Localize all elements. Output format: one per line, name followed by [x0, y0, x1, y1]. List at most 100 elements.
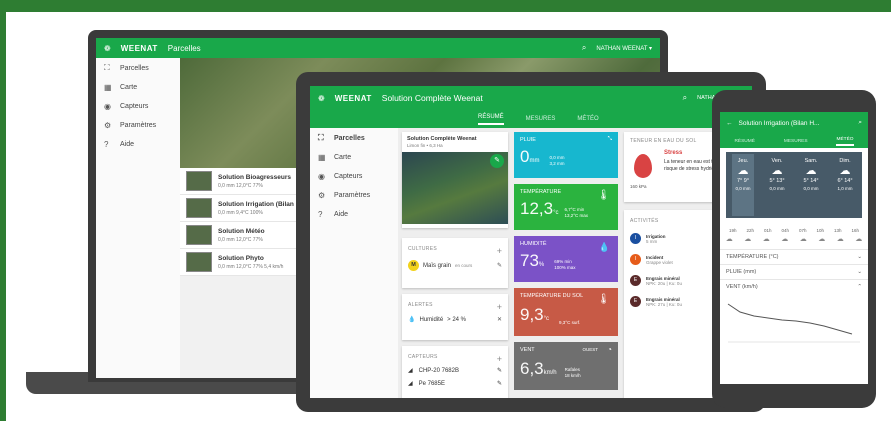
tab-resume[interactable]: RÉSUMÉ: [478, 114, 504, 125]
hourly-icons: ☁ ☁ ☁ ☁ ☁ ☁ ☁ ☁: [720, 235, 868, 249]
capteurs-header: CAPTEURS: [408, 354, 438, 360]
edit-sensor-icon[interactable]: ✎: [497, 367, 502, 374]
edit-culture-icon[interactable]: ✎: [497, 262, 502, 269]
nav-icon: ⛶: [318, 133, 324, 142]
parcel-subtitle: Limon fin • 6,3 Ha: [407, 143, 443, 148]
wind-tile[interactable]: VENT OUEST ◔ 6,3km/h Rafales 18 km/h: [514, 342, 618, 390]
hour-label: 07h: [798, 228, 807, 233]
humidity-value: 73: [520, 251, 539, 270]
wind-unit: km/h: [543, 370, 557, 376]
laptop-nav-item[interactable]: ▦ Carte: [96, 78, 180, 97]
phone-tab-meteo[interactable]: MÉTÉO: [836, 137, 854, 146]
weenat-logo-icon: ❁: [318, 93, 325, 103]
pluie-unit: mm: [529, 158, 540, 164]
parcel-row-title: Solution Phyto: [218, 254, 264, 262]
soil-temperature-unit: °c: [543, 316, 550, 322]
forecast-day[interactable]: Ven. ☁ 5° 13° 0,0 mm: [766, 154, 788, 216]
phone-app-bar: ← Solution Irrigation (Bilan H... ⌕: [720, 112, 868, 134]
chevron-down-icon: ⌄: [857, 254, 862, 260]
tablet-title: Solution Complète Weenat: [381, 93, 483, 103]
forecast-day[interactable]: Jeu. ☁ 7° 9° 0,0 mm: [732, 154, 754, 216]
hour-label: 19h: [728, 228, 737, 233]
sensor-item[interactable]: ◢ Pe 7685E ✎: [402, 377, 508, 390]
day-temps: 5° 14°: [803, 178, 819, 184]
activity-badge: I: [630, 233, 641, 244]
forecast-day[interactable]: Dim. ☁ 6° 14° 1,0 mm: [834, 154, 856, 216]
nav-icon: ?: [318, 210, 323, 219]
laptop-nav-item[interactable]: ⛶ Parcelles: [96, 58, 180, 78]
add-alert-button[interactable]: +: [497, 302, 502, 312]
weenat-logo-icon: ❁: [104, 43, 111, 53]
phone-section-temperature[interactable]: TEMPÉRATURE (°C) ⌄: [720, 249, 868, 264]
phone-search-icon[interactable]: ⌕: [858, 119, 862, 127]
weather-forecast-panel: Jeu. ☁ 7° 9° 0,0 mm Ven. ☁ 5° 13° 0,0 mm Sam. ☁ 5°…: [726, 152, 862, 218]
day-temps: 5° 13°: [769, 178, 785, 184]
edit-parcel-button[interactable]: ✎: [490, 154, 504, 168]
edit-sensor-icon[interactable]: ✎: [497, 380, 502, 387]
tablet-nav-item[interactable]: ⚙ Paramètres: [310, 186, 398, 205]
expand-icon[interactable]: ⤡: [608, 136, 612, 143]
parcel-row-stats: 0,0 mm 12,0°C 77%: [218, 236, 263, 243]
culture-name: Maïs grain: [423, 262, 452, 269]
add-sensor-button[interactable]: +: [497, 354, 502, 364]
tablet-app-bar: ❁ WEENAT Solution Complète Weenat ⌕ NATH…: [310, 86, 752, 110]
laptop-nav-item[interactable]: ◉ Capteurs: [96, 97, 180, 116]
soil-temperature-value: 9,3: [520, 305, 544, 324]
tablet-tabs: RÉSUMÉ MESURES MÉTÉO: [310, 110, 752, 128]
hour-label: 22h: [746, 228, 754, 233]
tablet-nav-item[interactable]: ◉ Capteurs: [310, 167, 398, 186]
laptop-title: Parcelles: [167, 43, 201, 53]
nav-icon: ⚙: [104, 121, 112, 130]
temperature-unit: °c: [553, 210, 559, 216]
laptop-app-bar: ❁ WEENAT Parcelles ⌕ NATHAN WEENAT ▾: [96, 38, 660, 58]
soil-temperature-stat: 9,3°C surf.: [559, 320, 581, 325]
humidity-icon: 💧: [598, 242, 610, 252]
phone-section-pluie[interactable]: PLUIE (mm) ⌄: [720, 264, 868, 279]
nav-label: Capteurs: [334, 173, 363, 180]
cloud-icon: ☁: [762, 236, 770, 243]
section-label: VENT (km/h): [726, 284, 758, 290]
temperature-stat-2: 13,2°C max: [564, 213, 589, 218]
parcel-row-title: Solution Météo: [218, 227, 265, 235]
laptop-nav-item[interactable]: ⚙ Paramètres: [96, 116, 180, 135]
hour-label: 16h: [851, 228, 859, 233]
laptop-nav-item[interactable]: ? Aide: [96, 135, 180, 154]
nav-label: Parcelles: [334, 134, 365, 142]
forecast-day[interactable]: Sam. ☁ 5° 14° 0,0 mm: [800, 154, 822, 216]
add-culture-button[interactable]: +: [497, 246, 502, 256]
tablet-nav-item[interactable]: ? Aide: [310, 205, 398, 224]
soil-temperature-tile[interactable]: TEMPÉRATURE DU SOL 🌡 9,3°c 9,3°C surf.: [514, 288, 618, 336]
phone-tab-mesures[interactable]: MESURES: [784, 139, 808, 144]
pluie-tile[interactable]: PLUIE ⤡ 0mm 0,0 mm 3,2 mm: [514, 132, 618, 178]
laptop-user-menu[interactable]: NATHAN WEENAT ▾: [596, 45, 652, 52]
chevron-up-icon: ⌃: [857, 284, 862, 290]
back-arrow-icon[interactable]: ←: [726, 120, 733, 127]
humidity-tile[interactable]: HUMIDITÉ 💧 73% 69% min 100% max: [514, 236, 618, 282]
phone-tab-resume[interactable]: RÉSUMÉ: [734, 139, 755, 144]
tablet-search-icon[interactable]: ⌕: [683, 93, 687, 103]
hourly-row: 19h 22h 01h 04h 07h 10h 13h 16h: [720, 222, 868, 235]
tablet-nav-item[interactable]: ⛶ Parcelles: [310, 128, 398, 148]
temperature-tile[interactable]: TEMPÉRATURE 🌡 12,3°c 6,7°C min 13,2°C max: [514, 184, 618, 230]
phone-section-vent[interactable]: VENT (km/h) ⌃: [720, 279, 868, 294]
parcel-row-stats: 0,0 mm 12,0°C 77%: [218, 182, 263, 189]
alert-value: > 24 %: [447, 316, 467, 323]
tab-meteo[interactable]: MÉTÉO: [577, 116, 598, 122]
day-rain: 0,0 mm: [735, 186, 751, 191]
tablet-screen: ❁ WEENAT Solution Complète Weenat ⌕ NATH…: [310, 86, 752, 398]
laptop-search-icon[interactable]: ⌕: [582, 43, 586, 53]
phone-tabs: RÉSUMÉ MESURES MÉTÉO: [720, 134, 868, 148]
tablet-brand: WEENAT: [334, 93, 372, 103]
nav-icon: ⛶: [104, 63, 110, 72]
tab-mesures[interactable]: MESURES: [526, 116, 556, 122]
tablet-nav-item[interactable]: ▦ Carte: [310, 148, 398, 167]
delete-alert-icon[interactable]: ✕: [497, 316, 502, 323]
sensor-item[interactable]: ◢ CHP-20 7682B ✎: [402, 360, 508, 377]
sensor-name: Pe 7685E: [418, 380, 445, 387]
day-temps: 7° 9°: [736, 178, 750, 184]
nav-label: Parcelles: [120, 64, 149, 72]
parcel-card[interactable]: Solution Complète Weenat Limon fin • 6,3…: [402, 132, 508, 228]
nav-label: Paramètres: [120, 122, 157, 129]
temperature-value: 12,3: [520, 199, 554, 218]
cloud-sun-icon: ☁: [737, 165, 749, 177]
